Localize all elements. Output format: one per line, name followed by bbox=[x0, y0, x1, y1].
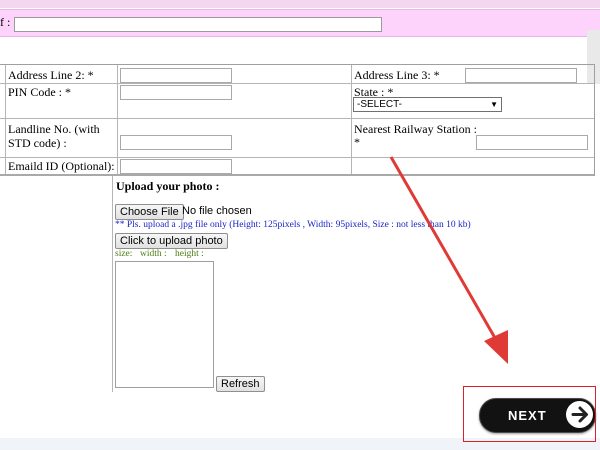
annotation-arrow bbox=[389, 156, 508, 364]
